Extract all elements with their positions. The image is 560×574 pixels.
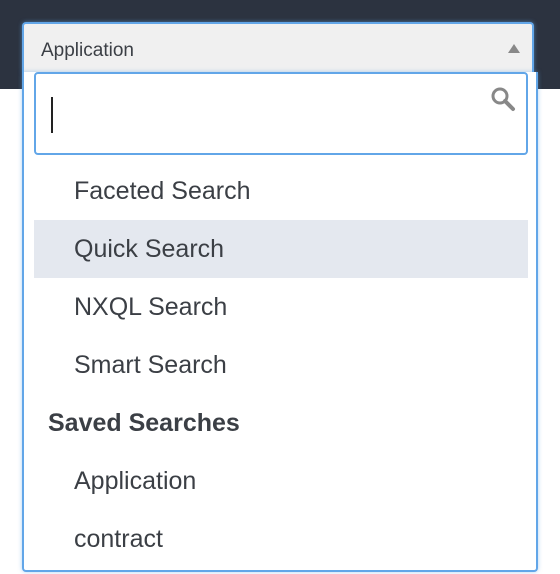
search-icon — [491, 87, 515, 111]
group-label-saved-searches: Saved Searches — [48, 409, 240, 437]
caret-up-icon — [508, 44, 520, 53]
option-nxql-search[interactable]: NXQL Search — [34, 278, 528, 336]
option-saved-application[interactable]: Application — [34, 452, 528, 510]
option-faceted-search[interactable]: Faceted Search — [34, 162, 528, 220]
option-quick-search[interactable]: Quick Search — [34, 220, 528, 278]
option-saved-contract[interactable]: contract — [34, 510, 528, 568]
select-value: Application — [41, 40, 134, 61]
dropdown-search-input[interactable] — [34, 72, 528, 155]
option-smart-search[interactable]: Smart Search — [34, 336, 528, 394]
options-list: Faceted Search Quick Search NXQL Search … — [34, 162, 528, 568]
search-type-select[interactable]: Application — [22, 22, 534, 72]
dropdown-panel: Faceted Search Quick Search NXQL Search … — [22, 72, 538, 572]
text-cursor — [51, 97, 53, 133]
